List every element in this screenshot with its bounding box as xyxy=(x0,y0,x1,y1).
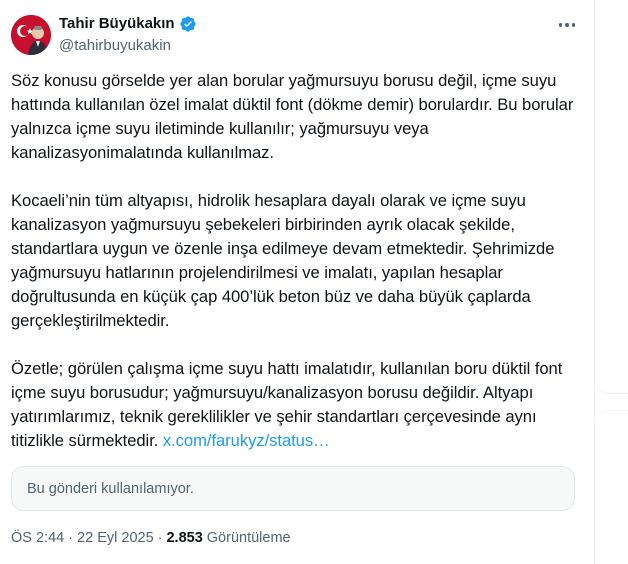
right-sidebar-edge xyxy=(594,0,628,564)
verified-badge-icon[interactable] xyxy=(179,15,197,33)
views-count: 2.853 xyxy=(166,530,203,546)
sidebar-card xyxy=(594,410,628,564)
author-name-row[interactable]: Tahir Büyükakın xyxy=(59,14,197,34)
unavailable-quote-card: Bu gönderi kullanılamıyor. xyxy=(11,466,575,511)
tweet-time[interactable]: ÖS 2:44 xyxy=(11,528,64,548)
avatar-image xyxy=(11,15,51,55)
tweet-meta: ÖS 2:44 · 22 Eyl 2025 · 2.853 Görüntülem… xyxy=(11,528,291,548)
tweet-paragraph-last: Özetle; görülen çalışma içme suyu hattı … xyxy=(11,357,583,453)
avatar[interactable] xyxy=(11,15,51,55)
tweet-paragraph: Kocaeli’nin tüm altyapısı, hidrolik hesa… xyxy=(11,191,555,330)
views-label: Görüntüleme xyxy=(206,530,291,546)
tweet-paragraph: Söz konusu görselde yer alan borular yağ… xyxy=(11,71,574,162)
more-dot-icon xyxy=(565,23,569,27)
tweet-article: Tahir Büyükakın @tahirbuyukakin Söz konu… xyxy=(0,0,594,564)
more-dot-icon xyxy=(558,23,563,27)
quoted-status-link[interactable]: x.com/farukyz/status… xyxy=(163,431,330,450)
meta-separator: · xyxy=(68,530,74,546)
author-name[interactable]: Tahir Büyükakın xyxy=(59,14,175,34)
more-options-button[interactable] xyxy=(554,14,580,36)
tweet-text: Söz konusu görselde yer alan borular yağ… xyxy=(11,69,583,453)
tweet-date[interactable]: 22 Eyl 2025 xyxy=(77,528,154,548)
meta-separator: · xyxy=(157,530,163,546)
author-handle[interactable]: @tahirbuyukakin xyxy=(59,36,171,56)
more-dot-icon xyxy=(571,23,576,27)
sidebar-card xyxy=(594,0,628,394)
